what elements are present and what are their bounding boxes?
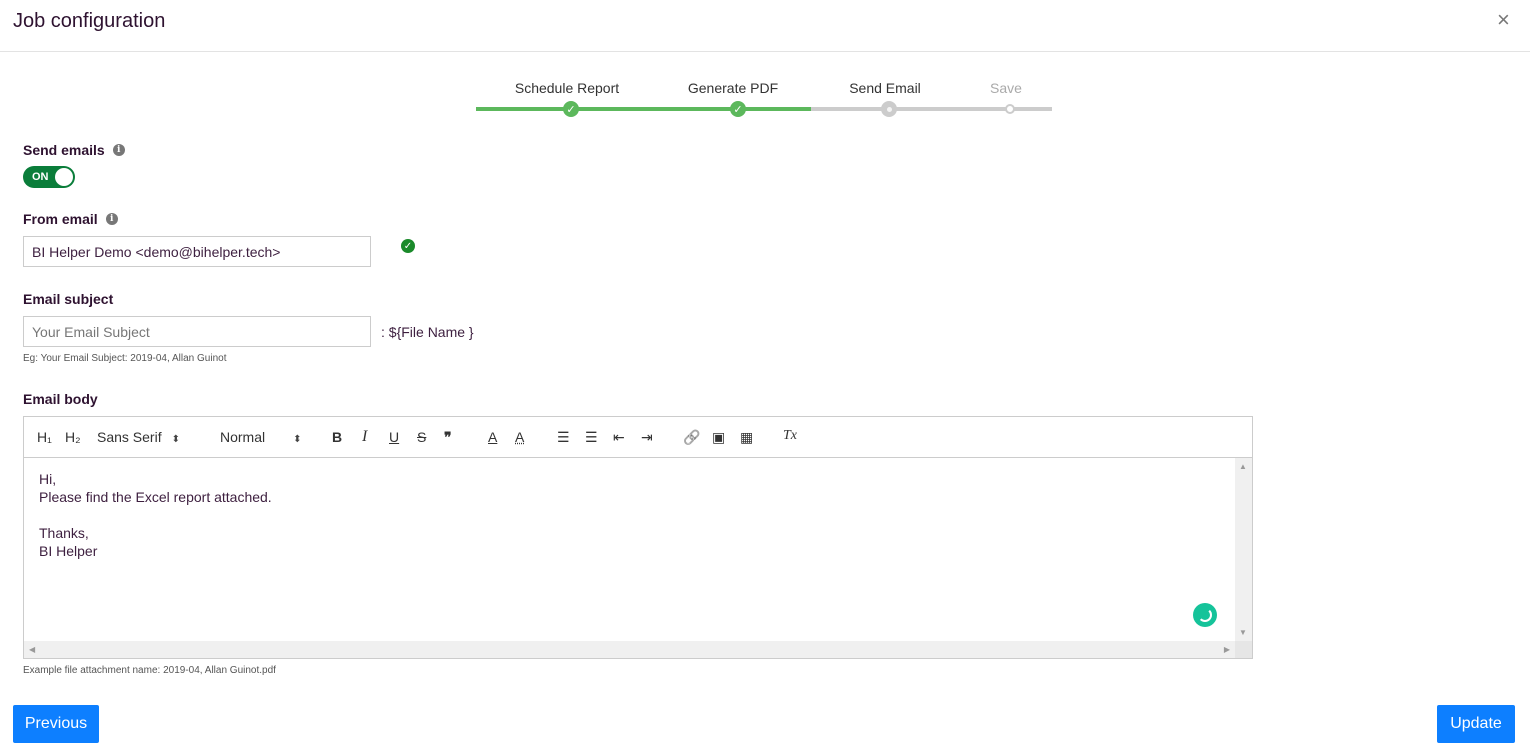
- font-select[interactable]: Sans Serif ⬍: [97, 429, 180, 445]
- outdent-button[interactable]: ⇤: [613, 429, 625, 446]
- step-todo-circle-icon: [1005, 104, 1015, 114]
- image-icon[interactable]: ▣: [712, 429, 725, 446]
- select-arrows-icon: ⬍: [293, 434, 302, 445]
- page-title: Job configuration: [13, 10, 166, 32]
- rich-text-editor: H₁ H₂ Sans Serif ⬍ Normal ⬍ B I U S ❞ A A …: [23, 416, 1253, 659]
- indent-button[interactable]: ⇥: [641, 429, 653, 446]
- size-select[interactable]: Normal ⬍: [220, 429, 302, 445]
- video-icon[interactable]: ▦: [740, 429, 753, 446]
- strike-button[interactable]: S: [417, 429, 426, 445]
- grammarly-spinner-icon[interactable]: [1193, 603, 1217, 627]
- step-send-email[interactable]: Send Email: [849, 80, 921, 96]
- step-done-check-icon: ✓: [730, 101, 746, 117]
- underline-button[interactable]: U: [389, 429, 399, 445]
- scroll-down-icon[interactable]: ▼: [1239, 628, 1247, 637]
- editor-content[interactable]: Hi, Please find the Excel report attache…: [24, 458, 1235, 641]
- body-line: Hi,: [39, 471, 57, 487]
- scroll-up-icon[interactable]: ▲: [1239, 462, 1247, 471]
- from-email-label: From email i: [23, 211, 118, 227]
- select-arrows-icon: ⬍: [171, 434, 180, 445]
- email-body-label: Email body: [23, 391, 98, 407]
- close-icon[interactable]: ×: [1497, 9, 1510, 31]
- scroll-right-icon[interactable]: ▶: [1224, 645, 1230, 654]
- from-email-input[interactable]: [23, 236, 371, 267]
- toggle-state-text: ON: [32, 171, 49, 183]
- step-done-check-icon: ✓: [563, 101, 579, 117]
- body-line: Please find the Excel report attached.: [39, 489, 272, 505]
- step-schedule-report[interactable]: Schedule Report: [515, 80, 619, 96]
- send-emails-toggle[interactable]: ON: [23, 166, 75, 188]
- previous-button[interactable]: Previous: [13, 705, 99, 743]
- body-line: [39, 506, 1220, 524]
- subject-suffix: : ${File Name }: [381, 324, 474, 340]
- ordered-list-button[interactable]: ☰: [557, 429, 570, 446]
- send-emails-label: Send emails i: [23, 142, 125, 158]
- bold-button[interactable]: B: [332, 429, 342, 445]
- modal-header: Job configuration ×: [0, 0, 1530, 52]
- blockquote-button[interactable]: ❞: [444, 429, 452, 446]
- info-icon[interactable]: i: [105, 213, 118, 225]
- step-generate-pdf[interactable]: Generate PDF: [688, 80, 778, 96]
- scrollbar-corner: [1235, 641, 1252, 658]
- stepper-track-todo: [811, 107, 1052, 111]
- update-button[interactable]: Update: [1437, 705, 1515, 743]
- body-line: BI Helper: [39, 543, 98, 559]
- italic-button[interactable]: I: [362, 428, 367, 446]
- email-subject-label: Email subject: [23, 291, 114, 307]
- h1-button[interactable]: H₁: [37, 429, 52, 445]
- email-subject-input[interactable]: [23, 316, 371, 347]
- attachment-hint: Example file attachment name: 2019-04, A…: [23, 665, 276, 676]
- from-email-label-text: From email: [23, 211, 98, 227]
- background-color-button[interactable]: A: [515, 429, 524, 445]
- h2-button[interactable]: H₂: [65, 429, 81, 445]
- clear-format-icon[interactable]: Tx: [783, 428, 797, 444]
- text-color-button[interactable]: A: [488, 429, 497, 445]
- body-line: Thanks,: [39, 525, 89, 541]
- link-icon[interactable]: 🔗: [683, 429, 700, 446]
- stepper-track-done: [476, 107, 811, 111]
- valid-check-icon: ✓: [401, 239, 415, 253]
- size-select-value: Normal: [220, 429, 266, 445]
- toggle-knob: [55, 168, 73, 186]
- step-save[interactable]: Save: [990, 80, 1022, 96]
- step-current-dot-icon: [881, 101, 897, 117]
- send-emails-label-text: Send emails: [23, 142, 105, 158]
- editor-toolbar: H₁ H₂ Sans Serif ⬍ Normal ⬍ B I U S ❞ A A …: [24, 417, 1252, 458]
- subject-hint: Eg: Your Email Subject: 2019-04, Allan G…: [23, 353, 227, 364]
- info-icon[interactable]: i: [112, 144, 125, 156]
- font-select-value: Sans Serif: [97, 429, 162, 445]
- bullet-list-button[interactable]: ☰: [585, 429, 598, 446]
- scroll-left-icon[interactable]: ◀: [29, 645, 35, 654]
- vertical-scrollbar[interactable]: ▲ ▼: [1235, 458, 1252, 641]
- horizontal-scrollbar[interactable]: ◀ ▶: [24, 641, 1235, 658]
